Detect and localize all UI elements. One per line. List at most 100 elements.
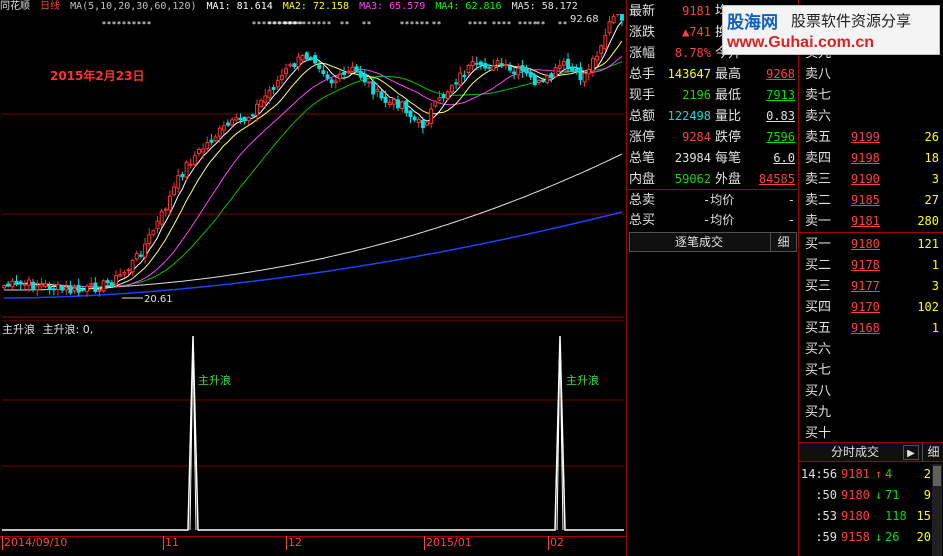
oscillator-pane[interactable]: 主升浪 主升浪	[2, 320, 624, 536]
quote-label: 总笔	[629, 151, 656, 166]
candle-body	[31, 281, 36, 289]
star-mark: *	[268, 20, 272, 29]
quote-value: 9284	[682, 130, 711, 144]
book-divider	[799, 232, 943, 233]
quote-row: 总额 122498 量比 0.83	[629, 106, 797, 127]
quote-extra-value: 7913	[766, 88, 795, 102]
candle-body	[201, 148, 206, 153]
star-mark: *	[468, 20, 472, 29]
bid-row[interactable]: 买三 9177 3	[805, 276, 941, 297]
ask-row[interactable]: 卖二 9185 27	[805, 190, 941, 211]
watermark-logo: 股海网 股票软件资源分享 www.Guhai.com.cn	[722, 5, 940, 55]
bid-row[interactable]: 买一 9180 121	[805, 234, 941, 255]
time-trades-label[interactable]: 分时成交	[807, 443, 903, 462]
trade-time: :59	[815, 530, 837, 544]
candle-body	[499, 63, 504, 67]
trade-scrollbar[interactable]	[932, 464, 942, 556]
candle-body	[275, 80, 280, 88]
ask-price[interactable]: 9190	[851, 169, 880, 190]
candle-body	[603, 34, 608, 50]
candle-body	[163, 208, 168, 211]
trade-volume: 118	[885, 509, 907, 523]
star-mark: *	[132, 20, 136, 29]
bid-row[interactable]: 买九	[805, 402, 941, 423]
quote-label: 内盘	[629, 172, 656, 187]
ask-row[interactable]: 卖八	[805, 64, 941, 85]
trade-detail-button[interactable]: 细	[922, 443, 943, 462]
ask-price[interactable]: 9198	[851, 148, 880, 169]
ask-price[interactable]: 9185	[851, 190, 880, 211]
candle-body	[433, 100, 438, 107]
trade-time: :50	[815, 488, 837, 502]
star-mark: *	[497, 20, 501, 29]
bid-row[interactable]: 买五 9168 1	[805, 318, 941, 339]
ask-row[interactable]: 卖一 9181 280	[805, 211, 941, 232]
bid-row[interactable]: 买十	[805, 423, 941, 444]
trade-count: 9	[923, 488, 931, 502]
candle-body	[6, 283, 11, 287]
candle-body	[338, 73, 342, 80]
quote-label: 涨跌	[629, 25, 656, 40]
quote-value: 143647	[667, 67, 711, 81]
trade-row: :53 9180 118 15	[801, 506, 931, 527]
quote-value: 122498	[667, 109, 711, 123]
quote-panel: 最新9181均涨跌▲741换手涨幅8.78%今开总手143647最高9268现手…	[626, 0, 799, 556]
trade-arrow: ↓	[875, 488, 883, 502]
bid-row[interactable]: 买七	[805, 360, 941, 381]
candle-body	[147, 234, 152, 244]
bid-price[interactable]: 9178	[851, 255, 880, 276]
bid-row[interactable]: 买六	[805, 339, 941, 360]
bid-row[interactable]: 买二 9178 1	[805, 255, 941, 276]
bid-price[interactable]: 9180	[851, 234, 880, 255]
price-pane[interactable]: * * * * * * * * * * * * * * * * * * * * * * * ** * * * * ** * * * * * * * * *…	[2, 14, 624, 318]
candle-body	[333, 80, 338, 84]
candle-body	[582, 72, 587, 83]
bid-row[interactable]: 买八	[805, 381, 941, 402]
candle-body	[566, 58, 570, 70]
ask-price[interactable]: 9199	[851, 127, 880, 148]
candle-body	[578, 67, 583, 81]
tick-trades-label[interactable]: 逐笔成交	[630, 233, 768, 251]
star-mark: *	[502, 20, 506, 29]
bid-price[interactable]: 9168	[851, 318, 880, 339]
quote-value: 59062	[674, 172, 711, 186]
quote-extra-value: 6.0	[773, 151, 795, 165]
candle-body	[271, 87, 276, 90]
candle-body	[362, 73, 367, 83]
x-tick	[2, 536, 3, 550]
star-mark: *	[492, 20, 496, 29]
bid-row[interactable]: 买四 9170 102	[805, 297, 941, 318]
chart-area[interactable]: 同花顺 日线 MA(5,10,20,30,60,120) MA1: 81.614…	[0, 0, 626, 556]
bid-price[interactable]: 9170	[851, 297, 880, 318]
bid-price[interactable]: 9177	[851, 276, 880, 297]
ask-row[interactable]: 卖五 9199 26	[805, 127, 941, 148]
quote-extra-label: 跌停	[715, 130, 742, 145]
trade-arrow: ↓	[875, 530, 883, 544]
trade-scrollbar-thumb[interactable]	[933, 466, 941, 486]
candle-body	[89, 283, 94, 286]
tick-detail-button[interactable]: 细	[770, 233, 796, 251]
trade-time: :53	[815, 509, 837, 523]
ask-row[interactable]: 卖七	[805, 85, 941, 106]
ask-row[interactable]: 卖四 9198 18	[805, 148, 941, 169]
bid-label: 买四	[805, 300, 832, 315]
time-trades-button[interactable]: 分时成交 ▶ 细	[799, 442, 943, 462]
candle-body	[400, 101, 405, 109]
quote-value: 9181	[682, 4, 711, 18]
tick-trades-button[interactable]: 逐笔成交 细	[629, 232, 797, 252]
ask-row[interactable]: 卖六	[805, 106, 941, 127]
ask-price[interactable]: 9181	[851, 211, 880, 232]
candle-body	[246, 116, 251, 122]
candle-body	[192, 155, 197, 165]
candle-body	[304, 52, 309, 60]
quote-label: 总额	[629, 109, 656, 124]
period-label[interactable]: 日线	[40, 1, 60, 12]
quote-extra-value: 7596	[766, 130, 795, 144]
candle-body	[242, 116, 247, 122]
candle-body	[159, 210, 164, 225]
candle-body	[296, 56, 301, 68]
star-mark: *	[284, 20, 288, 29]
ask-row[interactable]: 卖三 9190 3	[805, 169, 941, 190]
play-icon[interactable]: ▶	[903, 445, 919, 460]
candle-body	[130, 259, 135, 273]
